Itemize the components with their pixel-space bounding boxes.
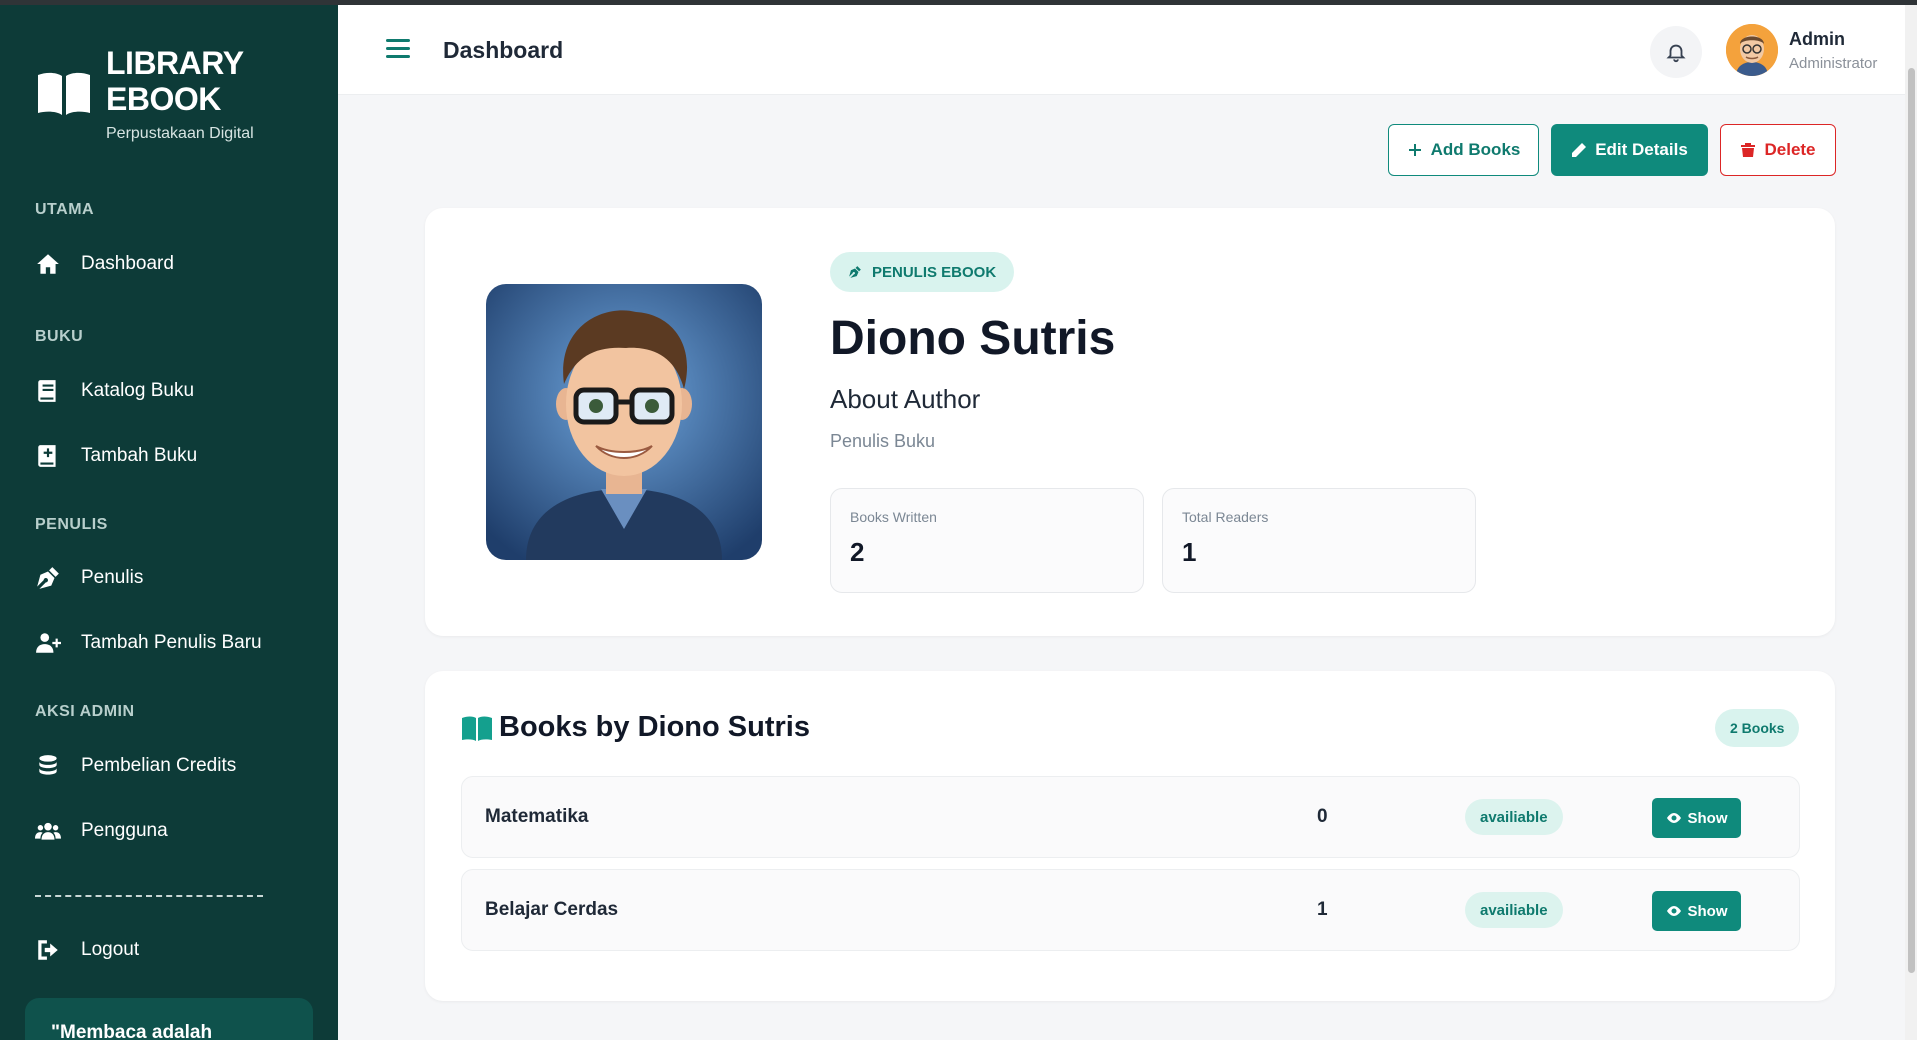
user-avatar[interactable] <box>1726 24 1778 76</box>
section-label-utama: UTAMA <box>35 201 95 218</box>
book-readers: 1 <box>1317 899 1328 920</box>
books-section-title: Books by Diono Sutris <box>461 711 810 744</box>
section-label-buku: BUKU <box>35 328 84 345</box>
top-header: Dashboard Admin Administrator <box>338 5 1917 95</box>
sidebar-item-label: Tambah Buku <box>81 445 198 466</box>
about-author-heading: About Author <box>830 384 981 414</box>
stat-total-readers: Total Readers 1 <box>1162 488 1476 593</box>
sidebar-item-dashboard[interactable]: Dashboard <box>35 244 315 284</box>
sidebar-item-label: Katalog Buku <box>81 380 195 401</box>
author-profile-card: PENULIS EBOOK Diono Sutris About Author … <box>425 208 1835 636</box>
sidebar-item-label: Pengguna <box>81 820 168 841</box>
stat-label: Books Written <box>850 509 937 525</box>
sidebar-item-tambah-buku[interactable]: Tambah Buku <box>35 436 315 476</box>
eye-icon <box>1666 906 1681 916</box>
eye-icon <box>1666 813 1681 823</box>
book-plus-icon <box>35 442 65 470</box>
sidebar-item-label: Dashboard <box>81 253 174 274</box>
book-row: Belajar Cerdas 1 availiable Show <box>461 869 1800 951</box>
delete-button[interactable]: Delete <box>1720 124 1836 176</box>
sidebar-item-pembelian-credits[interactable]: Pembelian Credits <box>35 746 315 786</box>
book-row: Matematika 0 availiable Show <box>461 776 1800 858</box>
sidebar-item-tambah-penulis-baru[interactable]: Tambah Penulis Baru <box>35 623 315 663</box>
brand-subtitle: Perpustakaan Digital <box>106 125 254 142</box>
book-title: Belajar Cerdas <box>485 899 619 920</box>
author-photo <box>486 284 762 560</box>
author-role-text: Penulis Buku <box>830 431 936 451</box>
stat-value: 2 <box>850 537 865 567</box>
sidebar-item-penulis[interactable]: Penulis <box>35 558 315 598</box>
home-icon <box>35 250 65 278</box>
show-button-label: Show <box>1687 902 1728 920</box>
bell-icon <box>1666 44 1686 63</box>
author-role-badge: PENULIS EBOOK <box>830 252 1015 292</box>
pencil-icon <box>1572 143 1587 157</box>
brand-title: LIBRARY EBOOK <box>106 45 243 117</box>
book-status-badge: availiable <box>1465 799 1563 835</box>
stat-label: Total Readers <box>1182 509 1269 525</box>
coins-icon <box>35 752 65 780</box>
quote-text: "Membaca adalah <box>51 1022 213 1040</box>
pen-nib-icon <box>35 564 65 592</box>
show-book-button[interactable]: Show <box>1652 798 1741 838</box>
books-section-title-text: Books by Diono Sutris <box>499 711 810 743</box>
trash-icon <box>1741 143 1756 157</box>
author-role-badge-label: PENULIS EBOOK <box>872 263 997 281</box>
user-name: Admin <box>1789 29 1845 49</box>
user-role: Administrator <box>1789 55 1878 72</box>
sidebar-item-label: Pembelian Credits <box>81 755 237 776</box>
section-label-aksi-admin: AKSI ADMIN <box>35 703 135 720</box>
stat-value: 1 <box>1182 537 1197 567</box>
book-status-badge: availiable <box>1465 892 1563 928</box>
section-label-penulis: PENULIS <box>35 516 108 533</box>
edit-details-label: Edit Details <box>1595 140 1688 159</box>
window-top-bar <box>0 0 1917 5</box>
open-book-icon <box>38 72 90 115</box>
sidebar-item-label: Tambah Penulis Baru <box>81 632 262 653</box>
delete-label: Delete <box>1764 140 1816 159</box>
page-title: Dashboard <box>443 37 564 63</box>
plus-icon <box>1408 144 1421 156</box>
logout-icon <box>35 936 65 964</box>
sidebar-item-label: Penulis <box>81 567 144 588</box>
books-count-badge: 2 Books <box>1715 709 1800 747</box>
show-button-label: Show <box>1687 809 1728 827</box>
sidebar-item-katalog-buku[interactable]: Katalog Buku <box>35 371 315 411</box>
notification-button[interactable] <box>1650 26 1702 78</box>
sidebar-item-pengguna[interactable]: Pengguna <box>35 811 315 851</box>
users-icon <box>35 817 65 845</box>
add-books-button[interactable]: Add Books <box>1388 124 1539 176</box>
open-book-icon <box>462 716 492 741</box>
logout-label: Logout <box>81 939 140 960</box>
user-plus-icon <box>35 629 65 657</box>
book-readers: 0 <box>1317 806 1328 827</box>
author-books-card: Books by Diono Sutris 2 Books Matematika… <box>425 671 1835 1001</box>
add-books-label: Add Books <box>1430 140 1521 159</box>
author-name: Diono Sutris <box>830 312 1116 365</box>
stat-books-written: Books Written 2 <box>830 488 1144 593</box>
brand[interactable]: LIBRARY EBOOK Perpustakaan Digital <box>36 45 276 143</box>
scrollbar-thumb[interactable] <box>1908 68 1915 973</box>
edit-details-button[interactable]: Edit Details <box>1551 124 1708 176</box>
sidebar-item-logout[interactable]: Logout <box>35 930 315 970</box>
quote-box: "Membaca adalah <box>25 998 313 1040</box>
book-title: Matematika <box>485 806 589 827</box>
hamburger-menu-icon[interactable] <box>386 39 410 59</box>
sidebar: LIBRARY EBOOK Perpustakaan Digital UTAMA… <box>0 5 338 1040</box>
pen-nib-icon <box>849 266 861 278</box>
show-book-button[interactable]: Show <box>1652 891 1741 931</box>
book-icon <box>35 377 65 405</box>
sidebar-divider <box>35 895 263 897</box>
